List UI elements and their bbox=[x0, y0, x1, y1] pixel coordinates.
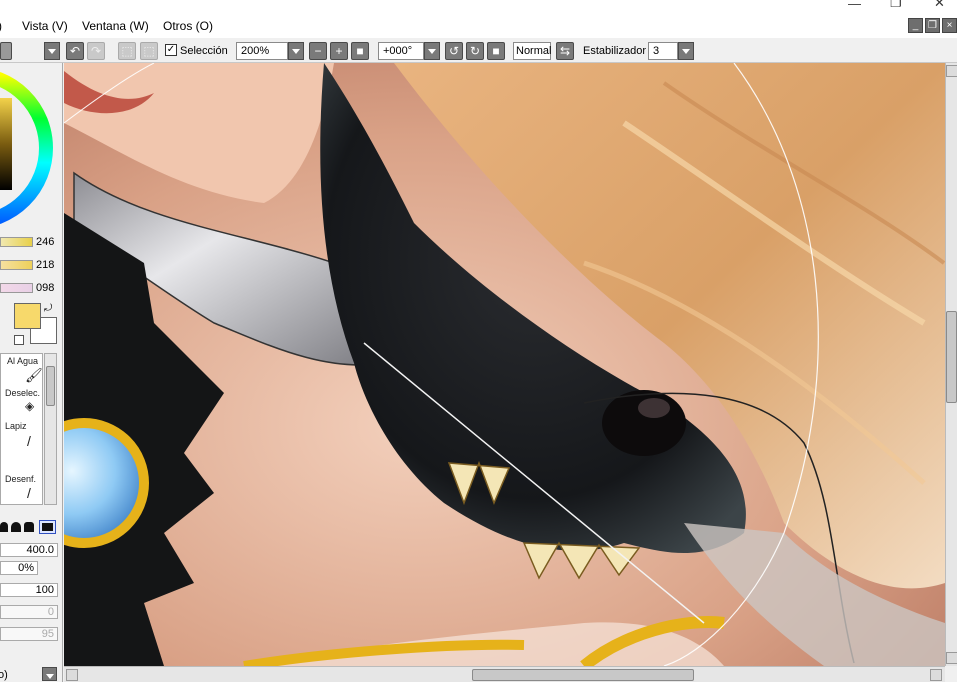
restore-icon[interactable]: ❐ bbox=[890, 0, 902, 11]
color-slider-1[interactable] bbox=[0, 237, 33, 247]
rotate-left-icon[interactable]: ↺ bbox=[445, 42, 463, 60]
tool-label: Lapiz bbox=[5, 421, 27, 431]
invert-selection-icon[interactable]: ⬚ bbox=[140, 42, 158, 60]
color-slider-3-value: 098 bbox=[36, 282, 55, 294]
brush-shape-soft-icon[interactable] bbox=[11, 522, 21, 532]
water-brush-icon: 🖌 bbox=[25, 367, 43, 383]
scroll-down-icon[interactable] bbox=[946, 652, 957, 664]
zoom-out-icon[interactable]: − bbox=[309, 42, 327, 60]
panel-dropdown-icon[interactable] bbox=[44, 42, 60, 60]
color-slider-1-value: 246 bbox=[36, 236, 55, 248]
left-panel: 246 218 098 ⤾ Al Agua 🖌 Deselec. ◈ Lapiz… bbox=[0, 63, 63, 682]
swap-colors-icon[interactable]: ⤾ bbox=[44, 303, 52, 314]
min-size-field[interactable]: 0% bbox=[0, 561, 38, 575]
toolbar: ↶ ↷ ⬚ ⬚ ✓ Selección 200% − + ■ +000° ↺ ↻… bbox=[0, 38, 957, 63]
flip-horizontal-icon[interactable]: ⇆ bbox=[556, 42, 574, 60]
rotation-field[interactable]: +000° bbox=[378, 42, 424, 60]
tool-label: Deselec. bbox=[5, 388, 41, 398]
canvas-vertical-scrollbar[interactable] bbox=[945, 63, 957, 666]
canvas-horizontal-scrollbar[interactable] bbox=[64, 666, 945, 682]
color-slider-2-value: 218 bbox=[36, 259, 55, 271]
tool-al-agua[interactable]: Al Agua 🖌 bbox=[1, 355, 43, 388]
reset-colors-icon[interactable] bbox=[14, 335, 24, 345]
rotate-right-icon[interactable]: ↻ bbox=[466, 42, 484, 60]
horizontal-scroll-thumb[interactable] bbox=[472, 669, 694, 681]
pencil-icon: / bbox=[27, 433, 31, 449]
blur-brush-icon: / bbox=[27, 485, 31, 501]
rotation-reset-icon[interactable]: ■ bbox=[487, 42, 505, 60]
brush-shape-round-icon[interactable] bbox=[0, 522, 8, 532]
mdi-minimize-icon[interactable]: _ bbox=[908, 18, 923, 33]
mdi-close-icon[interactable]: × bbox=[942, 18, 957, 33]
tool-label: Desenf. bbox=[5, 474, 37, 484]
drawing-canvas[interactable] bbox=[64, 63, 945, 666]
brush-shape-selector bbox=[0, 520, 58, 534]
primary-color-swatch[interactable] bbox=[14, 303, 41, 329]
artwork bbox=[64, 63, 945, 666]
panel-menu-icon[interactable] bbox=[0, 42, 12, 60]
tool-list-scrollbar[interactable] bbox=[44, 353, 57, 505]
tool-list-scroll-thumb[interactable] bbox=[46, 366, 55, 406]
stabilizer-dropdown-icon[interactable] bbox=[678, 42, 694, 60]
mdi-restore-icon[interactable]: ❐ bbox=[925, 18, 940, 33]
brush-tool-list: Al Agua 🖌 Deselec. ◈ Lapiz / Desenf. / bbox=[0, 353, 43, 505]
scroll-right-icon[interactable] bbox=[930, 669, 942, 681]
bottom-fragment: o) bbox=[0, 669, 8, 681]
minimize-icon[interactable]: — bbox=[848, 0, 861, 11]
selection-checkbox[interactable]: ✓ bbox=[165, 44, 177, 56]
zoom-field[interactable]: 200% bbox=[236, 42, 288, 60]
tool-desenf[interactable]: Desenf. / bbox=[1, 473, 43, 506]
scroll-up-icon[interactable] bbox=[946, 65, 957, 77]
tool-label: Al Agua bbox=[7, 356, 39, 366]
blend-mode-field[interactable]: Normal bbox=[513, 42, 551, 60]
density-field[interactable]: 100 bbox=[0, 583, 58, 597]
menu-fragment[interactable]: ) bbox=[0, 19, 2, 33]
redo-icon[interactable]: ↷ bbox=[87, 42, 105, 60]
menu-otros[interactable]: Otros (O) bbox=[163, 19, 213, 33]
menu-ventana[interactable]: Ventana (W) bbox=[82, 19, 149, 33]
zoom-reset-icon[interactable]: ■ bbox=[351, 42, 369, 60]
blur-field[interactable]: 0 bbox=[0, 605, 58, 619]
brush-shape-square-icon[interactable] bbox=[39, 520, 56, 534]
tool-deselec[interactable]: Deselec. ◈ bbox=[1, 387, 43, 420]
color-slider-3[interactable] bbox=[0, 283, 33, 293]
color-slider-2[interactable] bbox=[0, 260, 33, 270]
close-icon[interactable]: ✕ bbox=[934, 0, 945, 11]
menu-vista[interactable]: Vista (V) bbox=[22, 19, 68, 33]
selection-label: Selección bbox=[180, 45, 228, 57]
stabilizer-field[interactable]: 3 bbox=[648, 42, 678, 60]
eraser-icon: ◈ bbox=[25, 399, 35, 413]
extra-field[interactable]: 95 bbox=[0, 627, 58, 641]
rotation-dropdown-icon[interactable] bbox=[424, 42, 440, 60]
deselect-icon[interactable]: ⬚ bbox=[118, 42, 136, 60]
bottom-dropdown-icon[interactable] bbox=[42, 667, 57, 681]
zoom-in-icon[interactable]: + bbox=[330, 42, 348, 60]
brush-shape-flat-icon[interactable] bbox=[24, 522, 34, 532]
undo-icon[interactable]: ↶ bbox=[66, 42, 84, 60]
scroll-left-icon[interactable] bbox=[66, 669, 78, 681]
stabilizer-label: Estabilizador bbox=[583, 45, 646, 57]
zoom-dropdown-icon[interactable] bbox=[288, 42, 304, 60]
color-wheel[interactable] bbox=[0, 63, 56, 228]
vertical-scroll-thumb[interactable] bbox=[946, 311, 957, 403]
brush-size-field[interactable]: 400.0 bbox=[0, 543, 58, 557]
menu-bar: ) Vista (V) Ventana (W) Otros (O) — ❐ ✕ … bbox=[0, 0, 957, 38]
tool-lapiz[interactable]: Lapiz / bbox=[1, 420, 43, 453]
